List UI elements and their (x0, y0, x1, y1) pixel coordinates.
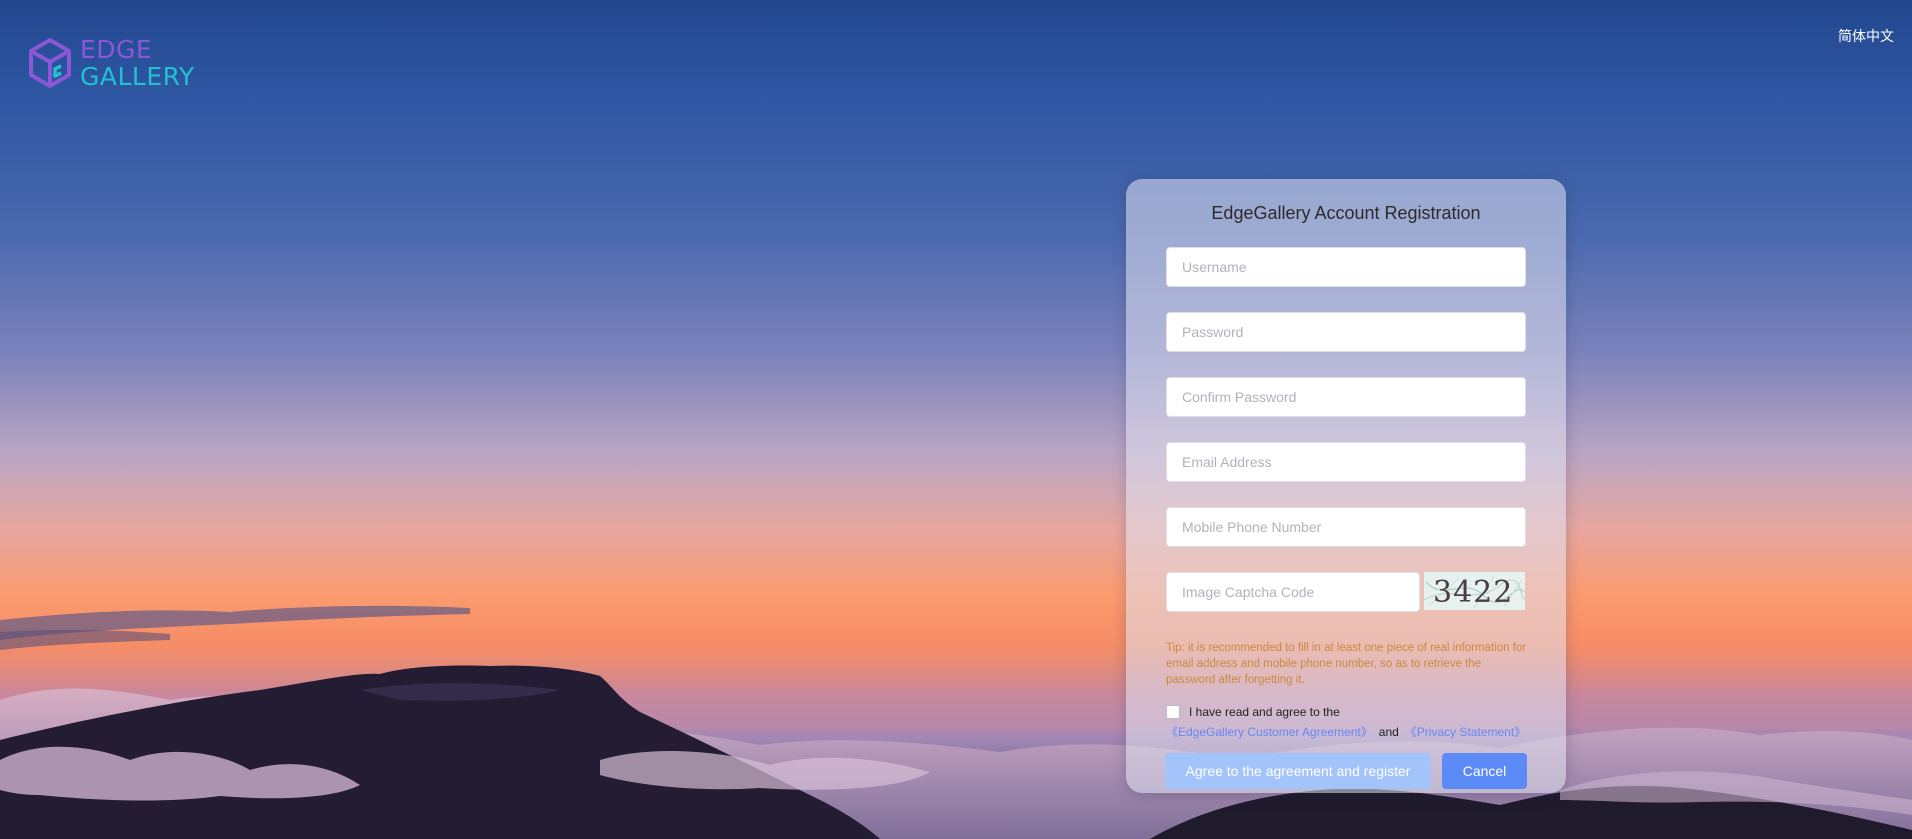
captcha-image[interactable]: 3422 (1424, 572, 1525, 610)
agree-and-register-button[interactable]: Agree to the agreement and register (1165, 753, 1431, 789)
registration-card: EdgeGallery Account Registration 3422 Ti… (1126, 179, 1566, 793)
privacy-statement-link[interactable]: 《Privacy Statement》 (1405, 725, 1526, 739)
mobile-phone-input[interactable] (1166, 507, 1526, 547)
registration-page: EDGE GALLERY 简体中文 EdgeGallery Account Re… (0, 0, 1912, 839)
logo-text-edge: EDGE (80, 35, 153, 64)
confirm-password-input[interactable] (1166, 377, 1526, 417)
logo-text-gallery: GALLERY (80, 62, 195, 91)
agreement-checkbox[interactable] (1166, 705, 1180, 719)
cube-g-logo-icon (29, 38, 71, 88)
registration-tip: Tip: it is recommended to fill in at lea… (1166, 642, 1527, 686)
agreement-text: I have read and agree to the (1189, 705, 1340, 719)
logo-wordmark: EDGE GALLERY (80, 36, 195, 90)
background-landscape (0, 605, 1912, 839)
customer-agreement-link[interactable]: 《EdgeGallery Customer Agreement》 (1166, 725, 1373, 739)
cancel-button[interactable]: Cancel (1442, 753, 1527, 789)
captcha-text: 3422 (1433, 575, 1513, 610)
password-input[interactable] (1166, 312, 1526, 352)
form-title: EdgeGallery Account Registration (1211, 203, 1481, 223)
captcha-noise-graphic: 3422 (1424, 575, 1525, 610)
language-switch-link[interactable]: 简体中文 (1838, 26, 1894, 46)
username-input[interactable] (1166, 247, 1526, 287)
agreement-links: 《EdgeGallery Customer Agreement》 and 《Priv… (1166, 723, 1526, 740)
email-input[interactable] (1166, 442, 1526, 482)
brand-logo[interactable]: EDGE GALLERY (28, 36, 195, 90)
and-text: and (1378, 725, 1399, 739)
captcha-input[interactable] (1166, 572, 1420, 612)
